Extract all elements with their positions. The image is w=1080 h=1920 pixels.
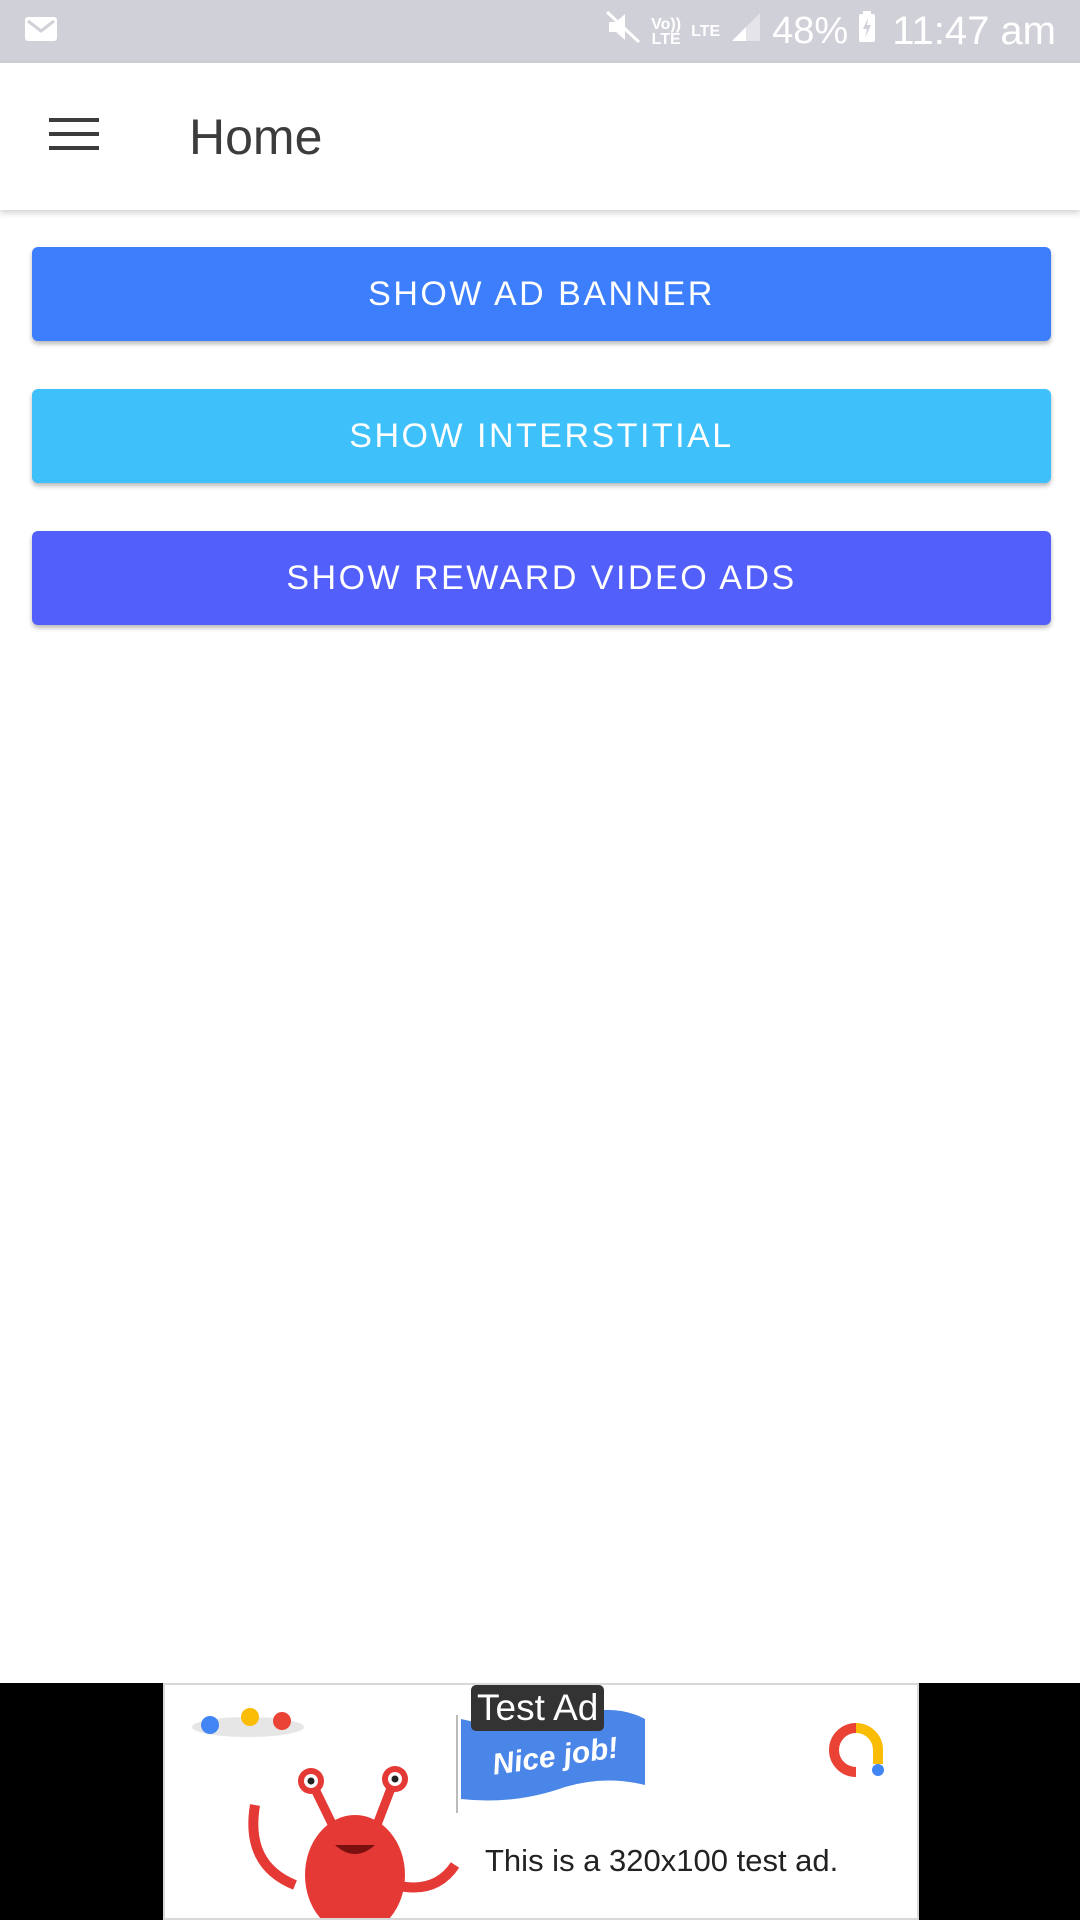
signal-icon bbox=[730, 10, 762, 53]
battery-percent: 48% bbox=[772, 10, 849, 52]
volte-icon: Vo)) LTE bbox=[651, 15, 682, 48]
mail-icon bbox=[24, 16, 58, 47]
app-bar: Home bbox=[0, 63, 1080, 210]
show-ad-banner-button[interactable]: SHOW AD BANNER bbox=[32, 247, 1051, 341]
red-monster-illustration bbox=[235, 1745, 475, 1918]
battery-charging-icon bbox=[858, 10, 876, 53]
show-reward-video-ads-button[interactable]: SHOW REWARD VIDEO ADS bbox=[32, 531, 1051, 625]
hamburger-menu-icon bbox=[49, 116, 99, 157]
mute-icon bbox=[605, 10, 641, 54]
planet-illustration bbox=[190, 1697, 310, 1752]
ad-container: Test Ad Nice job! This is a 320x100 test… bbox=[0, 1683, 1080, 1920]
test-ad-label: Test Ad bbox=[471, 1685, 605, 1731]
show-interstitial-button[interactable]: SHOW INTERSTITIAL bbox=[32, 389, 1051, 483]
status-bar: Vo)) LTE LTE 48% 11:47 am bbox=[0, 0, 1080, 63]
admob-logo-icon bbox=[825, 1720, 887, 1787]
clock: 11:47 am bbox=[892, 9, 1056, 53]
lte-label: LTE bbox=[691, 23, 721, 40]
test-ad-banner[interactable]: Test Ad Nice job! This is a 320x100 test… bbox=[163, 1683, 919, 1920]
menu-button[interactable] bbox=[24, 87, 124, 187]
ad-description: This is a 320x100 test ad. bbox=[485, 1843, 839, 1878]
page-title: Home bbox=[189, 108, 323, 165]
